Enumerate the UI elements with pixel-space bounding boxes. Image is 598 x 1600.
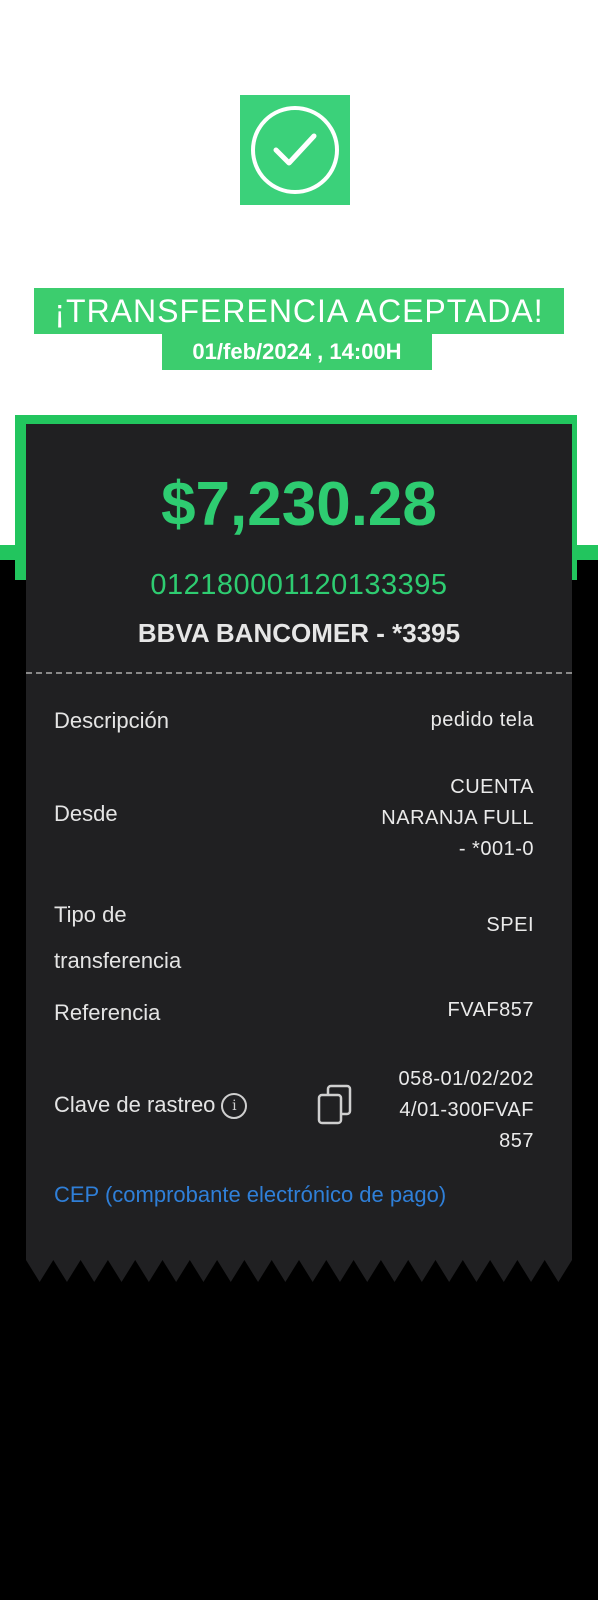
check-circle-icon xyxy=(251,106,339,194)
desde-label: Desde xyxy=(54,801,118,826)
transfer-amount: $7,230.28 xyxy=(161,470,437,539)
success-badge xyxy=(240,95,350,205)
descripcion-value: pedido tela xyxy=(430,709,534,731)
status-datetime: 01/feb/2024 , 14:00H xyxy=(162,334,432,370)
tipo-value: SPEI xyxy=(486,914,534,936)
dashed-divider xyxy=(26,672,572,674)
clave-value: 058-01/02/202 4/01-300FVAF 857 xyxy=(398,1064,534,1157)
account-number: 012180001120133395 xyxy=(150,569,448,601)
info-icon[interactable]: i xyxy=(221,1093,248,1120)
tipo-label-line: transferencia xyxy=(54,948,182,973)
clave-label: Clave de rastreo xyxy=(54,1092,216,1117)
clave-value-line: 4/01-300FVAF xyxy=(399,1099,534,1121)
receipt-card: $7,230.28 012180001120133395 BBVA BANCOM… xyxy=(26,424,572,1282)
referencia-label: Referencia xyxy=(54,1000,161,1025)
bank-name: BBVA BANCOMER - *3395 xyxy=(137,618,461,648)
cep-link[interactable]: CEP (comprobante electrónico de pago) xyxy=(54,1182,446,1208)
status-title: ¡TRANSFERENCIA ACEPTADA! xyxy=(34,288,564,334)
desde-value-line: CUENTA xyxy=(450,776,534,798)
clave-value-line: 857 xyxy=(499,1130,534,1152)
referencia-value: FVAF857 xyxy=(447,999,534,1021)
desde-value-line: - *001-0 xyxy=(458,838,534,860)
clave-value-line: 058-01/02/202 xyxy=(398,1068,534,1090)
descripcion-label: Descripción xyxy=(54,708,169,733)
desde-value-line: NARANJA FULL xyxy=(381,807,534,829)
clave-label-group: Clave de rastreo i xyxy=(54,1092,248,1120)
tipo-label-line: Tipo de xyxy=(54,902,127,927)
copy-icon[interactable] xyxy=(316,1084,354,1126)
tipo-label: Tipo de transferencia xyxy=(54,892,181,984)
desde-value: CUENTA NARANJA FULL - *001-0 xyxy=(381,772,534,865)
